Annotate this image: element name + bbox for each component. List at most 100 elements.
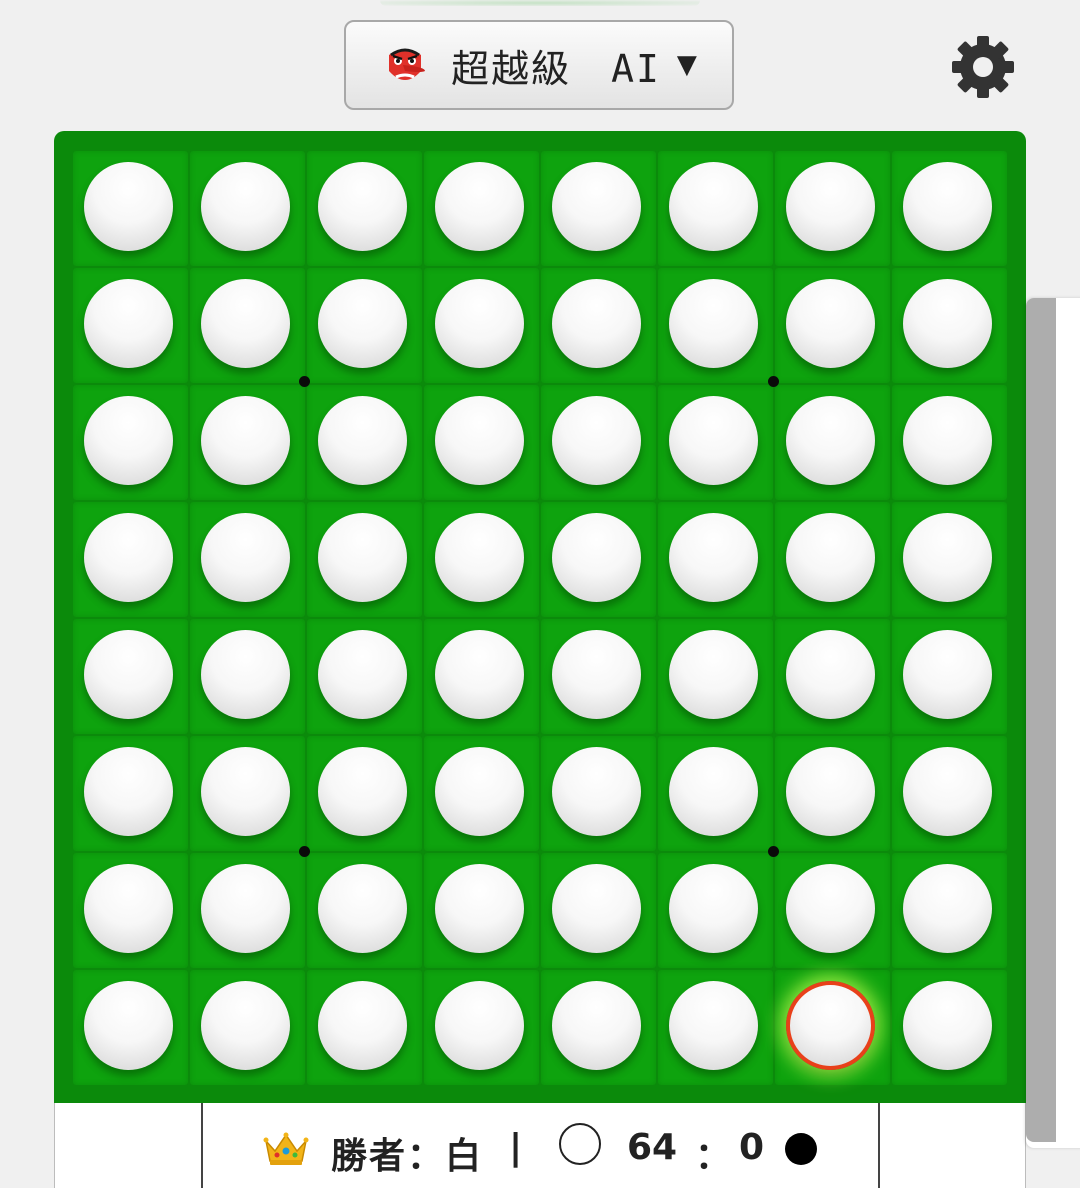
- board-cell[interactable]: [190, 502, 305, 617]
- ai-level-selector[interactable]: 超越級 AI ▼: [344, 20, 734, 110]
- white-disc: [318, 279, 407, 368]
- white-disc: [669, 513, 758, 602]
- board-cell[interactable]: [892, 853, 1007, 968]
- board-cell[interactable]: [307, 151, 422, 266]
- board-cell[interactable]: [892, 502, 1007, 617]
- white-disc: [201, 630, 290, 719]
- white-disc: [318, 513, 407, 602]
- board-cell[interactable]: [541, 151, 656, 266]
- board-star-point: [768, 376, 779, 387]
- white-disc: [84, 513, 173, 602]
- white-disc: [786, 864, 875, 953]
- white-disc: [435, 513, 524, 602]
- board-cell[interactable]: [190, 970, 305, 1085]
- white-disc: [201, 747, 290, 836]
- board-cell[interactable]: [73, 736, 188, 851]
- white-disc: [84, 162, 173, 251]
- white-disc: [552, 864, 641, 953]
- board-cell[interactable]: [658, 970, 773, 1085]
- board-cell[interactable]: [73, 970, 188, 1085]
- board-cell-last-move[interactable]: [775, 970, 890, 1085]
- white-disc: [318, 162, 407, 251]
- black-score: 0: [739, 1127, 765, 1168]
- board-cell[interactable]: [892, 385, 1007, 500]
- board-cell[interactable]: [424, 736, 539, 851]
- board-cell[interactable]: [658, 151, 773, 266]
- board-star-point: [768, 846, 779, 857]
- board-cell[interactable]: [307, 502, 422, 617]
- white-disc: [903, 396, 992, 485]
- board-cell[interactable]: [307, 385, 422, 500]
- white-disc: [786, 981, 875, 1070]
- ai-level-label: 超越級 AI: [451, 46, 661, 91]
- board-cell[interactable]: [658, 268, 773, 383]
- board-cell[interactable]: [424, 619, 539, 734]
- board-cell[interactable]: [307, 853, 422, 968]
- board-star-point: [299, 376, 310, 387]
- board-cell[interactable]: [424, 385, 539, 500]
- white-disc: [669, 747, 758, 836]
- board-cell[interactable]: [73, 502, 188, 617]
- board-cell[interactable]: [658, 502, 773, 617]
- side-panel-scrollbar[interactable]: [1026, 298, 1056, 1142]
- board-cell[interactable]: [775, 385, 890, 500]
- board-cell[interactable]: [73, 151, 188, 266]
- score-bar: 勝者：白 | 64 ： 0: [54, 1103, 1026, 1188]
- board-cell[interactable]: [541, 502, 656, 617]
- board-cell[interactable]: [658, 736, 773, 851]
- board-cell[interactable]: [658, 853, 773, 968]
- board-cell[interactable]: [892, 736, 1007, 851]
- board-cell[interactable]: [307, 619, 422, 734]
- board-cell[interactable]: [307, 268, 422, 383]
- gear-icon[interactable]: [948, 32, 1018, 102]
- white-disc: [435, 162, 524, 251]
- board-cell[interactable]: [424, 853, 539, 968]
- board-cell[interactable]: [73, 619, 188, 734]
- board-cell[interactable]: [775, 853, 890, 968]
- board-cell[interactable]: [424, 268, 539, 383]
- othello-board: [54, 131, 1026, 1103]
- board-cell[interactable]: [541, 268, 656, 383]
- board-cell[interactable]: [775, 736, 890, 851]
- board-cell[interactable]: [775, 268, 890, 383]
- board-cell[interactable]: [892, 268, 1007, 383]
- white-disc: [903, 162, 992, 251]
- board-cell[interactable]: [658, 619, 773, 734]
- board-cell[interactable]: [73, 268, 188, 383]
- white-disc: [786, 162, 875, 251]
- board-cell[interactable]: [424, 151, 539, 266]
- board-cell[interactable]: [892, 151, 1007, 266]
- board-cell[interactable]: [190, 151, 305, 266]
- board-cell[interactable]: [424, 502, 539, 617]
- white-disc: [669, 396, 758, 485]
- board-cell[interactable]: [190, 853, 305, 968]
- board-cell[interactable]: [190, 385, 305, 500]
- board-cell[interactable]: [73, 385, 188, 500]
- board-cell[interactable]: [892, 619, 1007, 734]
- board-cell[interactable]: [775, 619, 890, 734]
- board-cell[interactable]: [541, 970, 656, 1085]
- board-cell[interactable]: [307, 736, 422, 851]
- white-disc: [903, 279, 992, 368]
- board-cell[interactable]: [541, 385, 656, 500]
- board-cell[interactable]: [541, 619, 656, 734]
- crown-icon: [263, 1132, 309, 1165]
- board-cell[interactable]: [541, 736, 656, 851]
- board-cell[interactable]: [190, 736, 305, 851]
- board-cell[interactable]: [541, 853, 656, 968]
- board-cell[interactable]: [775, 151, 890, 266]
- board-cell[interactable]: [775, 502, 890, 617]
- white-disc: [318, 981, 407, 1070]
- board-cell[interactable]: [658, 385, 773, 500]
- white-disc: [84, 864, 173, 953]
- board-cell[interactable]: [73, 853, 188, 968]
- board-cell[interactable]: [190, 619, 305, 734]
- board-cell[interactable]: [190, 268, 305, 383]
- board-cell[interactable]: [424, 970, 539, 1085]
- white-disc: [552, 630, 641, 719]
- chevron-down-icon: ▼: [676, 50, 697, 80]
- white-disc: [552, 747, 641, 836]
- board-cell[interactable]: [892, 970, 1007, 1085]
- white-disc: [201, 279, 290, 368]
- board-cell[interactable]: [307, 970, 422, 1085]
